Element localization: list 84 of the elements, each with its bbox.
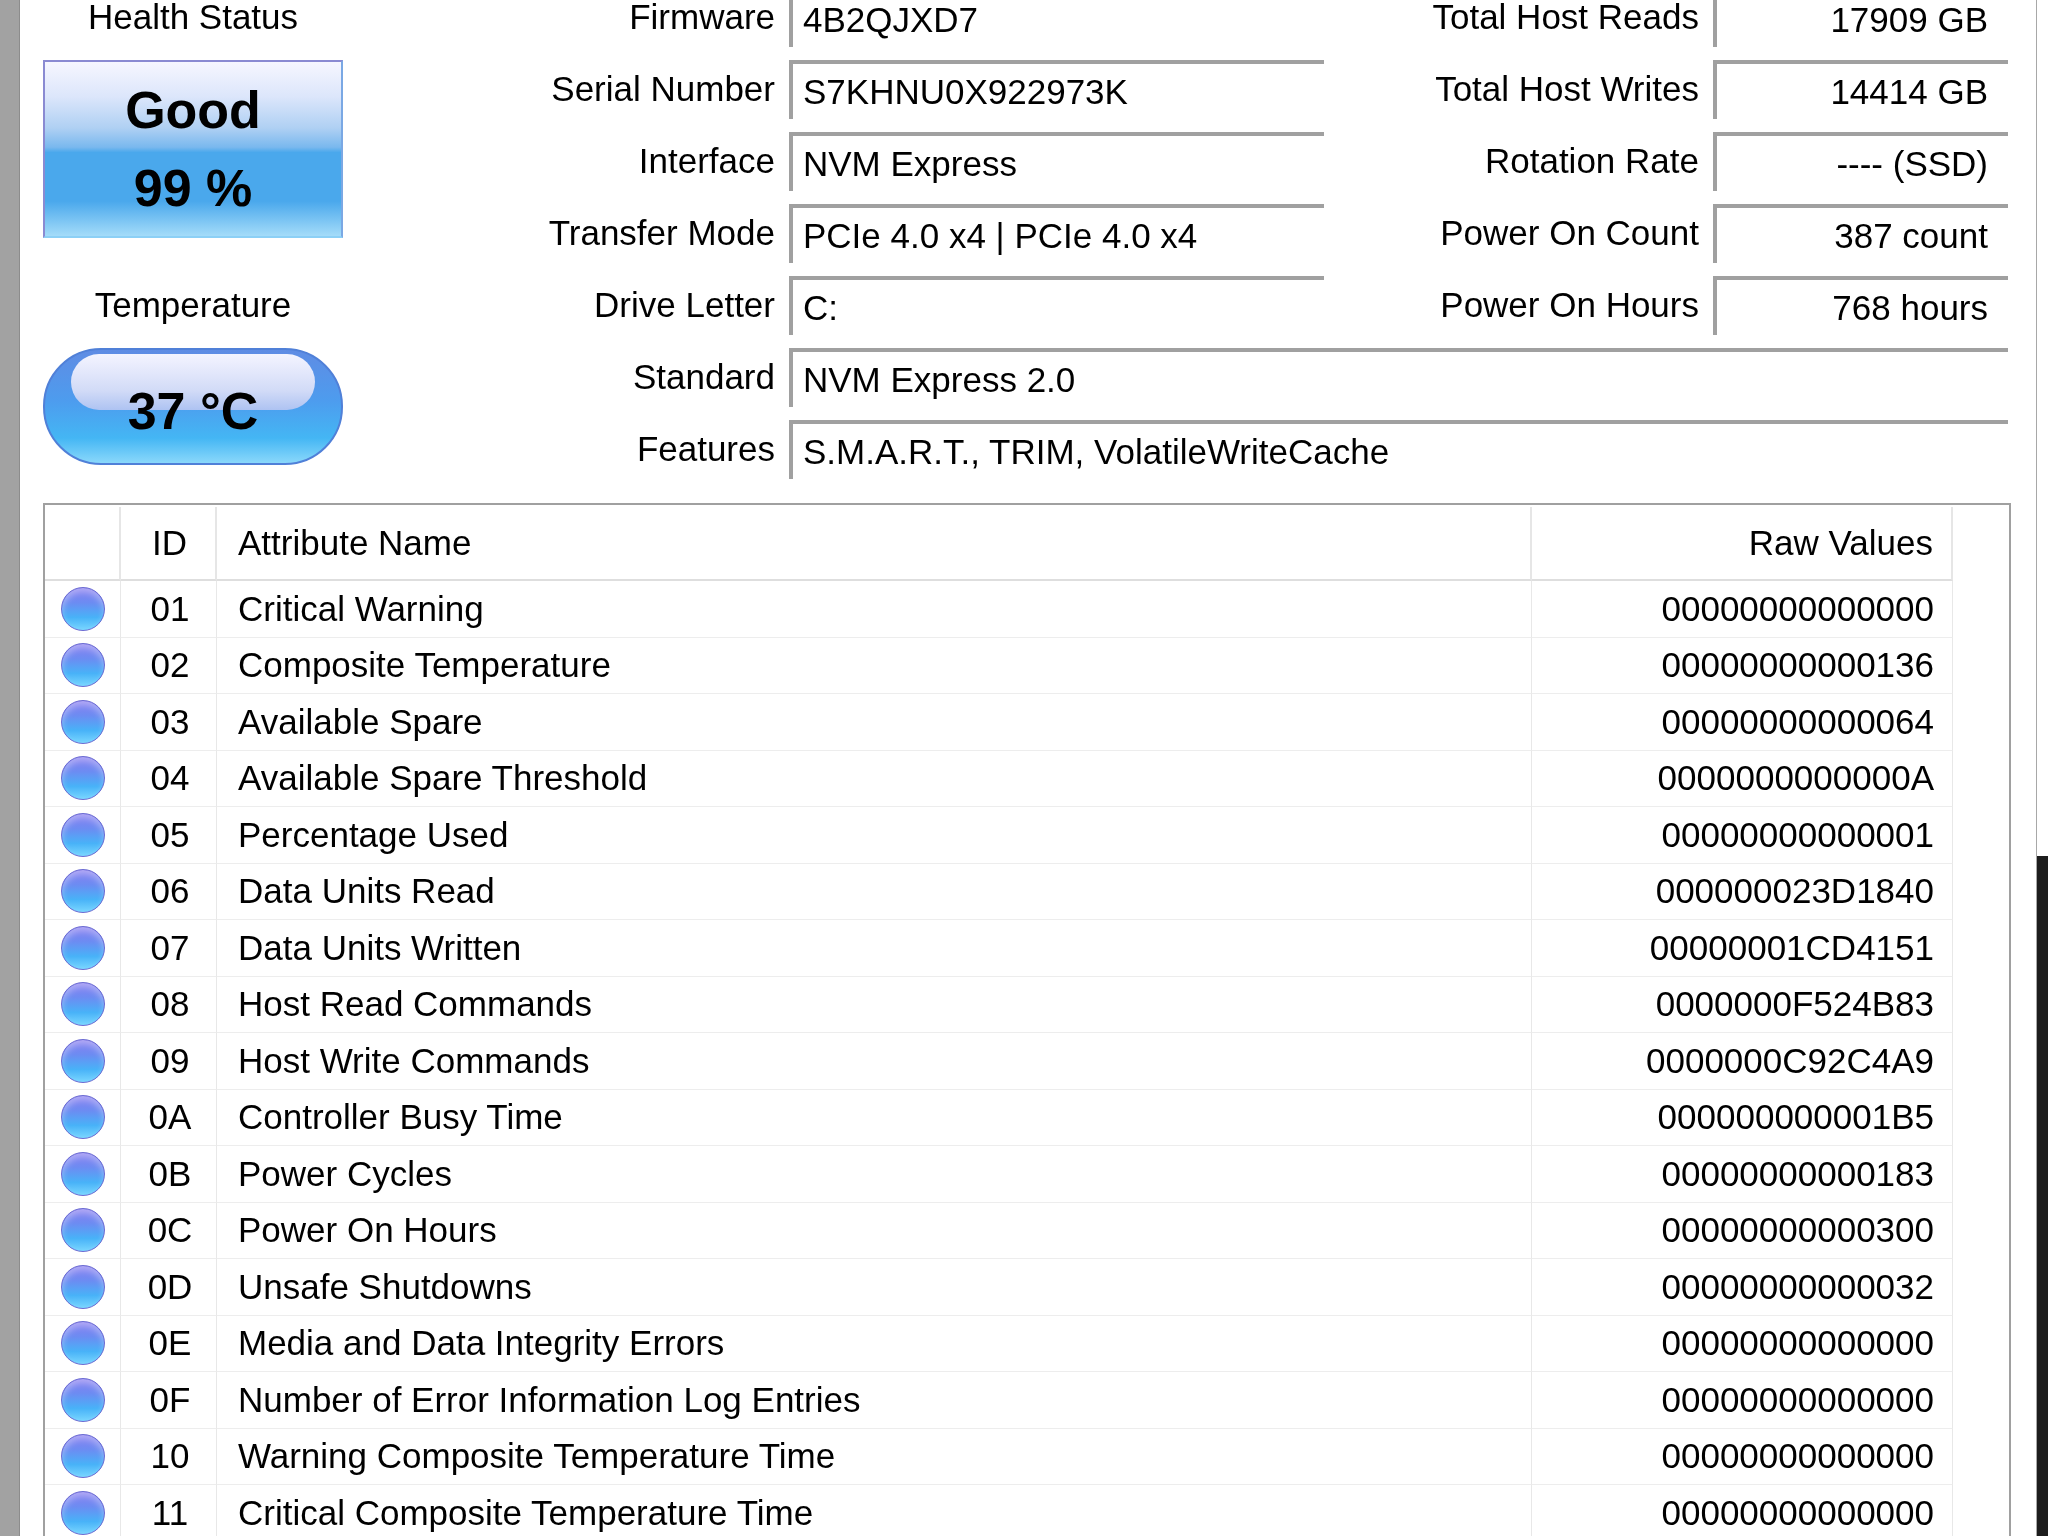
table-cell: 02 bbox=[121, 637, 217, 694]
field-label: Drive Letter bbox=[594, 286, 775, 325]
table-cell: 10 bbox=[121, 1428, 217, 1485]
table-cell: 05 bbox=[121, 807, 217, 864]
table-cell: Power On Hours bbox=[217, 1202, 1532, 1259]
value-field: 768 hours bbox=[1713, 276, 2008, 335]
table-cell: Data Units Read bbox=[217, 863, 1532, 920]
table-cell: Controller Busy Time bbox=[217, 1089, 1532, 1146]
temperature-label: Temperature bbox=[94, 286, 292, 325]
table-cell: 0F bbox=[121, 1372, 217, 1429]
value-field: NVM Express bbox=[789, 132, 1324, 191]
table-cell: Number of Error Information Log Entries bbox=[217, 1372, 1532, 1429]
scrollbar[interactable] bbox=[2036, 0, 2048, 1536]
table-cell: 0A bbox=[121, 1089, 217, 1146]
value-field: 14414 GB bbox=[1713, 60, 2008, 119]
table-cell: 00000000000001 bbox=[1532, 807, 1953, 864]
table-cell: Critical Warning bbox=[217, 581, 1532, 638]
table-cell: 07 bbox=[121, 920, 217, 977]
value-field: S7KHNU0X922973K bbox=[789, 60, 1324, 119]
field-label: Total Host Writes bbox=[1435, 70, 1699, 109]
table-cell: Host Write Commands bbox=[217, 1033, 1532, 1090]
scrollbar-thumb[interactable] bbox=[2037, 856, 2048, 1536]
field-label: Interface bbox=[638, 142, 775, 181]
table-cell: 000000023D1840 bbox=[1532, 863, 1953, 920]
table-cell: 0000000C92C4A9 bbox=[1532, 1033, 1953, 1090]
table-cell: Host Read Commands bbox=[217, 976, 1532, 1033]
table-cell: 01 bbox=[121, 581, 217, 638]
field-label: Transfer Mode bbox=[548, 214, 775, 253]
value-field: C: bbox=[789, 276, 1324, 335]
table-cell: 09 bbox=[121, 1033, 217, 1090]
table-cell: Power Cycles bbox=[217, 1146, 1532, 1203]
table-cell: 04 bbox=[121, 750, 217, 807]
table-cell: 0B bbox=[121, 1146, 217, 1203]
table-cell: 03 bbox=[121, 694, 217, 751]
table-cell: 0000000000000A bbox=[1532, 750, 1953, 807]
table-cell: Critical Composite Temperature Time bbox=[217, 1485, 1532, 1536]
health-status-text: Good bbox=[125, 79, 261, 141]
table-cell: 00000000000300 bbox=[1532, 1202, 1953, 1259]
table-cell: Unsafe Shutdowns bbox=[217, 1259, 1532, 1316]
table-cell: 00000000000000 bbox=[1532, 1428, 1953, 1485]
table-cell: Data Units Written bbox=[217, 920, 1532, 977]
table-cell: 11 bbox=[121, 1485, 217, 1536]
table-cell: 0C bbox=[121, 1202, 217, 1259]
health-percentage-text: 99 % bbox=[133, 158, 253, 219]
table-cell: 00000000000000 bbox=[1532, 1485, 1953, 1536]
column-header[interactable]: Raw Values bbox=[1532, 507, 1953, 581]
table-cell: 00000000000032 bbox=[1532, 1259, 1953, 1316]
field-label: Standard bbox=[632, 358, 775, 397]
value-field: ---- (SSD) bbox=[1713, 132, 2008, 191]
value-field: 387 count bbox=[1713, 204, 2008, 263]
health-status-label: Health Status bbox=[87, 0, 299, 37]
field-label: Total Host Reads bbox=[1432, 0, 1699, 37]
table-cell: Available Spare bbox=[217, 694, 1532, 751]
column-header[interactable] bbox=[45, 507, 121, 581]
field-label: Power On Hours bbox=[1440, 286, 1699, 325]
field-label: Serial Number bbox=[551, 70, 775, 109]
table-cell: 00000001CD4151 bbox=[1532, 920, 1953, 977]
table-cell: Percentage Used bbox=[217, 807, 1532, 864]
table-cell: 000000000001B5 bbox=[1532, 1089, 1953, 1146]
field-label: Power On Count bbox=[1440, 214, 1699, 253]
column-header[interactable]: ID bbox=[121, 507, 217, 581]
table-cell: 0000000F524B83 bbox=[1532, 976, 1953, 1033]
table-cell: Composite Temperature bbox=[217, 637, 1532, 694]
temperature-value: 37 °C bbox=[127, 381, 259, 443]
table-cell: 00000000000000 bbox=[1532, 1315, 1953, 1372]
table-cell: 00000000000136 bbox=[1532, 637, 1953, 694]
table-cell: 00000000000183 bbox=[1532, 1146, 1953, 1203]
table-cell: 0E bbox=[121, 1315, 217, 1372]
table-cell: 00000000000064 bbox=[1532, 694, 1953, 751]
table-cell: 06 bbox=[121, 863, 217, 920]
table-cell: 00000000000000 bbox=[1532, 1372, 1953, 1429]
table-cell: 00000000000000 bbox=[1532, 581, 1953, 638]
field-label: Rotation Rate bbox=[1484, 142, 1699, 181]
field-label: Features bbox=[636, 430, 775, 469]
value-field: PCIe 4.0 x4 | PCIe 4.0 x4 bbox=[789, 204, 1324, 263]
field-label: Firmware bbox=[629, 0, 775, 37]
column-header[interactable]: Attribute Name bbox=[217, 507, 1532, 581]
value-field: S.M.A.R.T., TRIM, VolatileWriteCache bbox=[789, 420, 2008, 479]
table-cell: 08 bbox=[121, 976, 217, 1033]
value-field: NVM Express 2.0 bbox=[789, 348, 2008, 407]
table-cell: Available Spare Threshold bbox=[217, 750, 1532, 807]
table-cell: 0D bbox=[121, 1259, 217, 1316]
table-cell: Warning Composite Temperature Time bbox=[217, 1428, 1532, 1485]
table-cell: Media and Data Integrity Errors bbox=[217, 1315, 1532, 1372]
